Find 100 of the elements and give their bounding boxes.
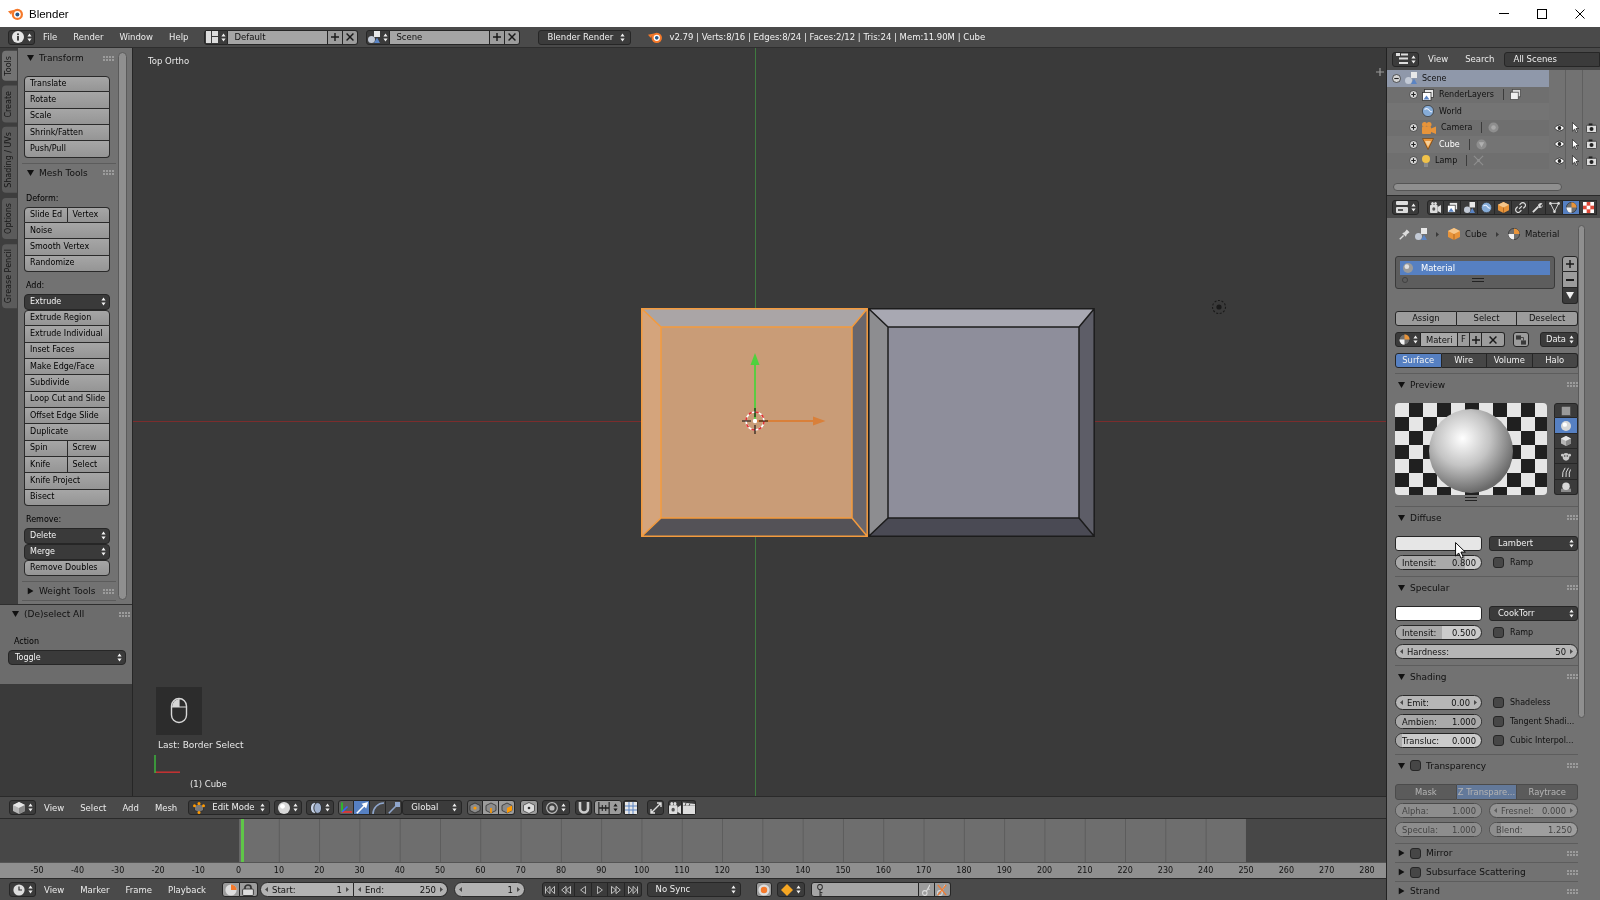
- select-mode-button[interactable]: [499, 800, 516, 815]
- menu-item[interactable]: View: [36, 800, 73, 815]
- checkbox[interactable]: [1493, 627, 1504, 638]
- eye-icon[interactable]: [1554, 156, 1566, 165]
- start-frame-field[interactable]: Start: 1: [260, 882, 354, 897]
- tree-item-label[interactable]: Scene: [1422, 73, 1447, 83]
- color-field[interactable]: [1395, 536, 1482, 551]
- eye-icon[interactable]: [1554, 123, 1566, 132]
- panel-header[interactable]: Transparency: [1395, 755, 1578, 776]
- tool-button[interactable]: Push/Pull: [24, 141, 110, 158]
- add-slot-button[interactable]: [1562, 256, 1578, 272]
- tool-button[interactable]: Duplicate: [24, 424, 110, 441]
- preview-shape-button[interactable]: [1554, 464, 1578, 480]
- menu-item[interactable]: Help: [161, 30, 197, 44]
- add-button[interactable]: [328, 29, 344, 45]
- fake-user-button[interactable]: F: [1458, 332, 1470, 347]
- slider-field[interactable]: Transluc: 0.000: [1395, 733, 1482, 748]
- menu-item[interactable]: Render: [65, 30, 112, 44]
- tab[interactable]: Surface: [1395, 353, 1442, 368]
- scrollbar[interactable]: [1578, 225, 1585, 718]
- tree-item-label[interactable]: RenderLayers: [1439, 90, 1494, 100]
- dropdown-menu[interactable]: CookTorr: [1489, 606, 1578, 621]
- new-material-button[interactable]: [1470, 332, 1482, 347]
- snap-button[interactable]: [575, 800, 593, 815]
- properties-tab[interactable]: [1563, 199, 1580, 215]
- preview-shape-button[interactable]: [1554, 449, 1578, 465]
- unlink-material-button[interactable]: [1482, 332, 1505, 347]
- action-button[interactable]: Deselect: [1517, 311, 1578, 326]
- tool-button[interactable]: Subdivide: [24, 375, 110, 392]
- camera-icon[interactable]: [1585, 122, 1597, 133]
- display-mode-dropdown[interactable]: All Scenes: [1504, 51, 1600, 67]
- slider-field[interactable]: Intensit: 0.800: [1395, 555, 1482, 570]
- scene-browse-button[interactable]: [366, 29, 391, 45]
- checkbox-label[interactable]: Shadeless: [1510, 698, 1551, 707]
- checkbox[interactable]: [1410, 760, 1421, 771]
- keying-dropdown[interactable]: [776, 882, 805, 897]
- panel-header[interactable]: (De)select All: [0, 605, 132, 623]
- expand-icon[interactable]: [1409, 139, 1418, 149]
- checkbox-label[interactable]: Ramp: [1510, 628, 1534, 637]
- tool-button[interactable]: Rotate: [24, 92, 110, 109]
- insert-keyframe-button[interactable]: [918, 882, 935, 897]
- dropdown-menu[interactable]: Delete: [24, 527, 110, 544]
- menu-item[interactable]: Add: [114, 800, 147, 815]
- number-field[interactable]: Emit: 0.00: [1395, 695, 1482, 710]
- panel-header[interactable]: Shading: [1395, 666, 1578, 687]
- panel-header[interactable]: Weight Tools: [22, 582, 116, 601]
- use-nodes-button[interactable]: [1513, 332, 1529, 347]
- action-button[interactable]: Select: [1456, 311, 1518, 326]
- panel-header[interactable]: Specular: [1395, 577, 1578, 598]
- playback-button[interactable]: [558, 882, 576, 897]
- slider-field[interactable]: Blend: 1.250: [1489, 822, 1578, 837]
- playback-button[interactable]: [575, 882, 592, 897]
- menu-item[interactable]: View: [36, 882, 73, 897]
- slider-field[interactable]: Ambien: 1.000: [1395, 714, 1482, 729]
- expand-icon[interactable]: [1409, 90, 1418, 100]
- cursor-icon[interactable]: [1572, 155, 1579, 167]
- snap-element-dropdown[interactable]: [594, 800, 623, 815]
- checkbox[interactable]: [1410, 847, 1421, 859]
- tab[interactable]: Halo: [1532, 353, 1578, 368]
- checkbox[interactable]: [1493, 716, 1504, 727]
- camera-icon[interactable]: [1585, 139, 1597, 150]
- camera-icon[interactable]: [1585, 155, 1597, 166]
- resize-grip-icon[interactable]: [1465, 497, 1477, 501]
- properties-tab[interactable]: [1461, 199, 1478, 215]
- color-field[interactable]: [1395, 606, 1482, 621]
- menu-item[interactable]: File: [35, 30, 66, 44]
- panel-header[interactable]: Preview: [1395, 374, 1578, 395]
- mode-dropdown[interactable]: Edit Mode: [188, 800, 271, 815]
- pivot-dropdown[interactable]: [306, 800, 335, 815]
- panel-header[interactable]: Strand: [1395, 882, 1578, 900]
- properties-tab[interactable]: [1529, 199, 1546, 215]
- properties-tab[interactable]: [1427, 199, 1444, 215]
- tool-button[interactable]: Vertex: [67, 206, 110, 223]
- panel-header[interactable]: Mirror: [1395, 844, 1578, 862]
- menu-item[interactable]: Select: [72, 800, 115, 815]
- action-dropdown[interactable]: Toggle: [8, 650, 126, 665]
- properties-tab[interactable]: [1478, 199, 1495, 215]
- tool-button[interactable]: Knife Project: [24, 473, 110, 490]
- tool-button[interactable]: Extrude Individual: [24, 326, 110, 343]
- preview-range-button[interactable]: [222, 882, 240, 897]
- render-animation-button[interactable]: [682, 800, 697, 815]
- layout-browse-button[interactable]: [204, 29, 229, 45]
- properties-tab[interactable]: [1580, 199, 1597, 215]
- manipulator-button[interactable]: [386, 800, 403, 815]
- select-mode-button[interactable]: [467, 800, 484, 815]
- tool-button[interactable]: Smooth Vertex: [24, 239, 110, 256]
- layout-name-field[interactable]: Default: [228, 29, 329, 45]
- tree-item-label[interactable]: Camera: [1441, 123, 1473, 133]
- editor-type-button[interactable]: [9, 882, 36, 897]
- menu-item[interactable]: Playback: [160, 882, 214, 897]
- shading-dropdown[interactable]: [274, 800, 303, 815]
- scrollbar[interactable]: [1393, 183, 1562, 191]
- properties-tab[interactable]: [1512, 199, 1529, 215]
- tool-button[interactable]: Slide Ed: [24, 206, 68, 223]
- playback-button[interactable]: [608, 882, 625, 897]
- end-frame-field[interactable]: End: 250: [354, 882, 448, 897]
- material-name-field[interactable]: Materi: [1421, 332, 1458, 347]
- manipulator-button[interactable]: [338, 800, 355, 815]
- menu-item[interactable]: Search: [1456, 52, 1503, 66]
- menu-item[interactable]: Frame: [117, 882, 161, 897]
